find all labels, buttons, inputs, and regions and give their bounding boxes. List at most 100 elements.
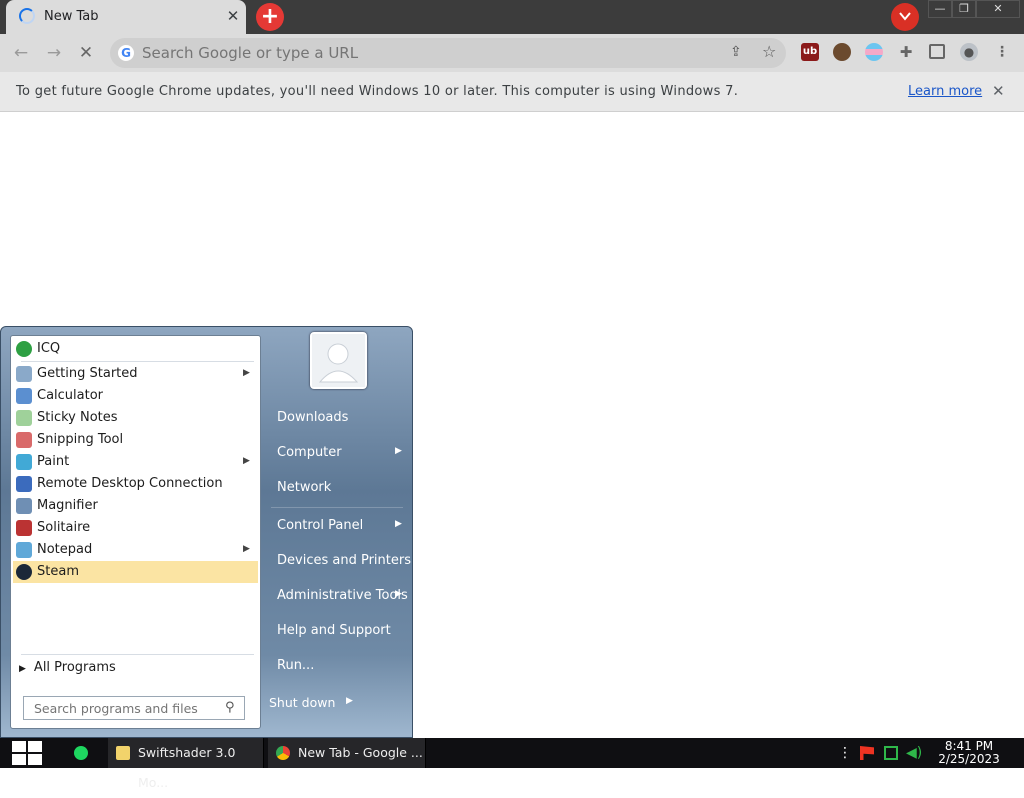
program-item-solitaire[interactable]: Solitaire bbox=[13, 517, 258, 539]
spotify-icon[interactable] bbox=[74, 746, 88, 760]
start-search-input[interactable] bbox=[32, 700, 218, 717]
steam-icon bbox=[16, 564, 32, 580]
submenu-arrow-icon: ▶ bbox=[243, 544, 250, 554]
start-link-downloads[interactable]: Downloads bbox=[277, 410, 348, 425]
back-button[interactable]: ← bbox=[10, 42, 32, 64]
avatar-extension-icon[interactable] bbox=[833, 43, 851, 61]
shutdown-options-arrow-icon[interactable]: ▶ bbox=[346, 696, 353, 706]
learn-more-link[interactable]: Learn more bbox=[908, 84, 982, 99]
start-link-label: Computer bbox=[277, 445, 342, 460]
tab-new-tab[interactable]: New Tab ✕ bbox=[6, 0, 246, 34]
taskbar-clock[interactable]: 8:41 PM 2/25/2023 bbox=[938, 740, 1000, 766]
start-link-label: Control Panel bbox=[277, 518, 364, 533]
omnibox-input[interactable] bbox=[140, 42, 700, 64]
program-item-paint[interactable]: Paint ▶ bbox=[13, 451, 258, 473]
program-item-snipping-tool[interactable]: Snipping Tool bbox=[13, 429, 258, 451]
all-programs-label: All Programs bbox=[33, 660, 116, 675]
start-link-label: Downloads bbox=[277, 410, 349, 425]
action-center-flag-icon[interactable] bbox=[860, 746, 874, 760]
program-item-calculator[interactable]: Calculator bbox=[13, 385, 258, 407]
start-link-control-panel[interactable]: Control Panel ▶ bbox=[277, 518, 402, 533]
tray-overflow-icon[interactable]: ⋮ bbox=[838, 746, 852, 760]
program-label: Calculator bbox=[37, 388, 104, 403]
taskbar-item-chrome[interactable]: New Tab - Google ... bbox=[268, 738, 426, 768]
shutdown-button[interactable]: Shut down ▶ bbox=[269, 695, 359, 719]
chrome-icon bbox=[276, 746, 290, 760]
side-panel-icon[interactable] bbox=[929, 44, 945, 59]
divider bbox=[271, 507, 403, 508]
profile-avatar-icon[interactable]: ● bbox=[960, 43, 978, 61]
start-link-label: Run... bbox=[277, 658, 315, 673]
sticky-notes-icon bbox=[16, 410, 32, 426]
infobar-message: To get future Google Chrome updates, you… bbox=[16, 84, 739, 99]
extensions-puzzle-icon[interactable]: ✚ bbox=[897, 43, 915, 61]
user-silhouette-icon bbox=[312, 334, 365, 387]
start-link-administrative-tools[interactable]: Administrative Tools ▶ bbox=[277, 588, 408, 603]
start-link-devices-and-printers[interactable]: Devices and Printers bbox=[277, 553, 411, 568]
share-icon[interactable]: ⇪ bbox=[730, 44, 742, 60]
icq-icon bbox=[16, 341, 32, 357]
update-infobar: To get future Google Chrome updates, you… bbox=[0, 72, 1024, 112]
all-programs-button[interactable]: ▶ All Programs bbox=[19, 660, 116, 675]
clock-date: 2/25/2023 bbox=[938, 752, 1000, 766]
start-link-label: Devices and Printers bbox=[277, 553, 411, 568]
shutdown-label: Shut down bbox=[269, 695, 336, 710]
start-search-box[interactable]: ⚲ bbox=[23, 696, 245, 720]
start-link-help-and-support[interactable]: Help and Support bbox=[277, 623, 391, 638]
start-button[interactable] bbox=[10, 739, 44, 767]
submenu-arrow-icon: ▶ bbox=[243, 456, 250, 466]
program-label: Notepad bbox=[37, 542, 93, 557]
chevron-right-icon: ▶ bbox=[19, 664, 26, 674]
chevron-down-icon bbox=[899, 12, 911, 21]
program-item-magnifier[interactable]: Magnifier bbox=[13, 495, 258, 517]
start-link-label: Help and Support bbox=[277, 623, 391, 638]
program-label: Getting Started bbox=[37, 366, 138, 381]
taskbar: Swiftshader 3.0 Mo... New Tab - Google .… bbox=[0, 738, 1024, 790]
start-link-network[interactable]: Network bbox=[277, 480, 331, 495]
taskbar-item-explorer[interactable]: Swiftshader 3.0 Mo... bbox=[108, 738, 264, 790]
browser-toolbar: ← → ✕ G ⇪ ☆ ub ✚ ● ⋮ bbox=[0, 34, 1024, 72]
start-link-run[interactable]: Run... bbox=[277, 658, 314, 673]
notepad-icon bbox=[16, 542, 32, 558]
volume-icon[interactable]: ◀) bbox=[906, 746, 922, 760]
program-label: Snipping Tool bbox=[37, 432, 124, 447]
start-menu: ICQ Getting Started ▶ Calculator Sticky Note… bbox=[0, 326, 413, 738]
window-close-button[interactable]: ✕ bbox=[976, 0, 1020, 18]
start-link-label: Network bbox=[277, 480, 332, 495]
program-item-sticky-notes[interactable]: Sticky Notes bbox=[13, 407, 258, 429]
submenu-arrow-icon: ▶ bbox=[243, 368, 250, 378]
forward-button[interactable]: → bbox=[43, 42, 65, 64]
stop-button[interactable]: ✕ bbox=[75, 42, 97, 64]
divider bbox=[21, 361, 254, 362]
program-label: Solitaire bbox=[37, 520, 91, 535]
divider bbox=[21, 654, 254, 655]
new-tab-button[interactable]: + bbox=[256, 3, 284, 31]
solitaire-icon bbox=[16, 520, 32, 536]
start-link-computer[interactable]: Computer ▶ bbox=[277, 445, 402, 460]
tab-search-button[interactable] bbox=[891, 3, 919, 31]
tab-close-button[interactable]: ✕ bbox=[224, 7, 242, 25]
program-item-notepad[interactable]: Notepad ▶ bbox=[13, 539, 258, 561]
infobar-close-button[interactable]: ✕ bbox=[992, 82, 1005, 100]
extension-flag-icon[interactable] bbox=[865, 43, 883, 61]
user-picture[interactable] bbox=[310, 332, 367, 389]
ublock-origin-icon[interactable]: ub bbox=[801, 43, 819, 61]
program-item-getting-started[interactable]: Getting Started ▶ bbox=[13, 363, 258, 385]
tab-strip: New Tab ✕ + — ❐ ✕ bbox=[0, 0, 1024, 34]
network-icon[interactable] bbox=[884, 746, 898, 760]
bookmark-star-icon[interactable]: ☆ bbox=[762, 42, 776, 61]
taskbar-item-label: Swiftshader 3.0 Mo... bbox=[138, 745, 236, 790]
submenu-arrow-icon: ▶ bbox=[395, 519, 402, 529]
program-item-remote-desktop-connection[interactable]: Remote Desktop Connection bbox=[13, 473, 258, 495]
getting-started-icon bbox=[16, 366, 32, 382]
program-item-icq[interactable]: ICQ bbox=[13, 338, 258, 360]
tab-title: New Tab bbox=[44, 9, 99, 24]
window-restore-button[interactable]: ❐ bbox=[952, 0, 976, 18]
omnibox[interactable]: G ⇪ ☆ bbox=[110, 38, 786, 68]
program-label: ICQ bbox=[37, 341, 61, 356]
window-minimize-button[interactable]: — bbox=[928, 0, 952, 18]
start-menu-programs-pane: ICQ Getting Started ▶ Calculator Sticky Note… bbox=[10, 335, 261, 729]
program-item-steam[interactable]: Steam bbox=[13, 561, 258, 583]
start-link-label: Administrative Tools bbox=[277, 588, 408, 603]
chrome-menu-icon[interactable]: ⋮ bbox=[993, 43, 1011, 61]
